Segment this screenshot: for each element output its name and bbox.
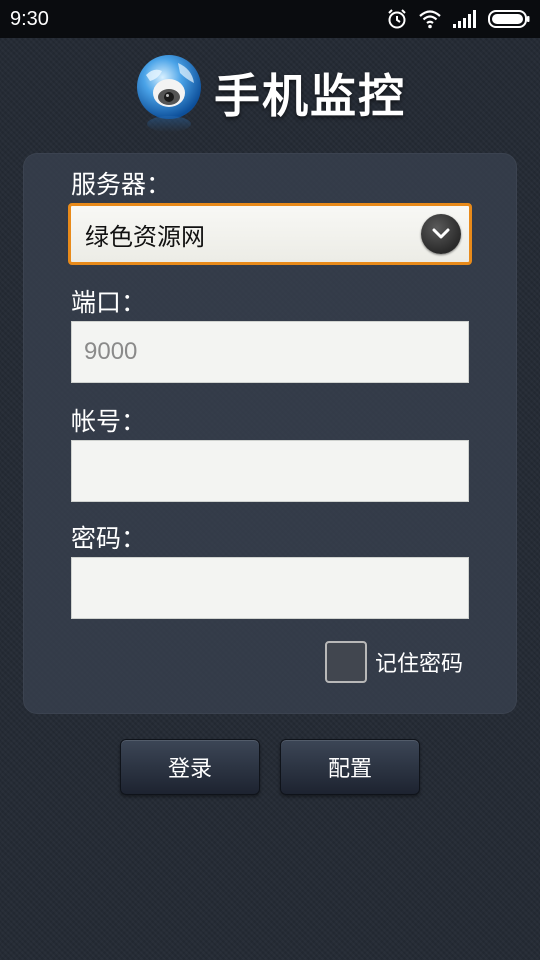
port-label: 端口： xyxy=(71,288,147,317)
alarm-icon xyxy=(388,9,406,29)
wifi-icon xyxy=(419,10,441,29)
login-button[interactable]: 登录 xyxy=(120,739,260,795)
password-input[interactable] xyxy=(71,557,469,619)
server-selected-value: 绿色资源网 xyxy=(85,222,205,251)
status-icons xyxy=(386,8,530,30)
app-header: 手机监控 xyxy=(0,48,540,138)
server-label: 服务器： xyxy=(71,170,172,199)
account-input[interactable] xyxy=(71,440,469,502)
account-label: 帐号： xyxy=(71,407,147,436)
chevron-down-icon[interactable] xyxy=(421,214,461,254)
remember-password-row[interactable]: 记住密码 xyxy=(325,641,463,683)
battery-icon xyxy=(488,10,530,28)
signal-icon xyxy=(453,10,476,28)
password-label: 密码： xyxy=(71,524,147,553)
config-button[interactable]: 配置 xyxy=(280,739,420,795)
status-bar: 9:30 xyxy=(0,0,540,38)
globe-camera-icon xyxy=(134,53,204,133)
app-title: 手机监控 xyxy=(214,69,406,123)
remember-password-checkbox[interactable] xyxy=(325,641,367,683)
port-input[interactable] xyxy=(71,321,469,383)
remember-password-label[interactable]: 记住密码 xyxy=(375,646,463,678)
login-panel: 服务器： 绿色资源网 端口： 帐号： 密码： 记住密码 xyxy=(23,153,517,714)
status-time: 9:30 xyxy=(10,7,49,30)
server-select[interactable]: 绿色资源网 xyxy=(68,203,472,265)
